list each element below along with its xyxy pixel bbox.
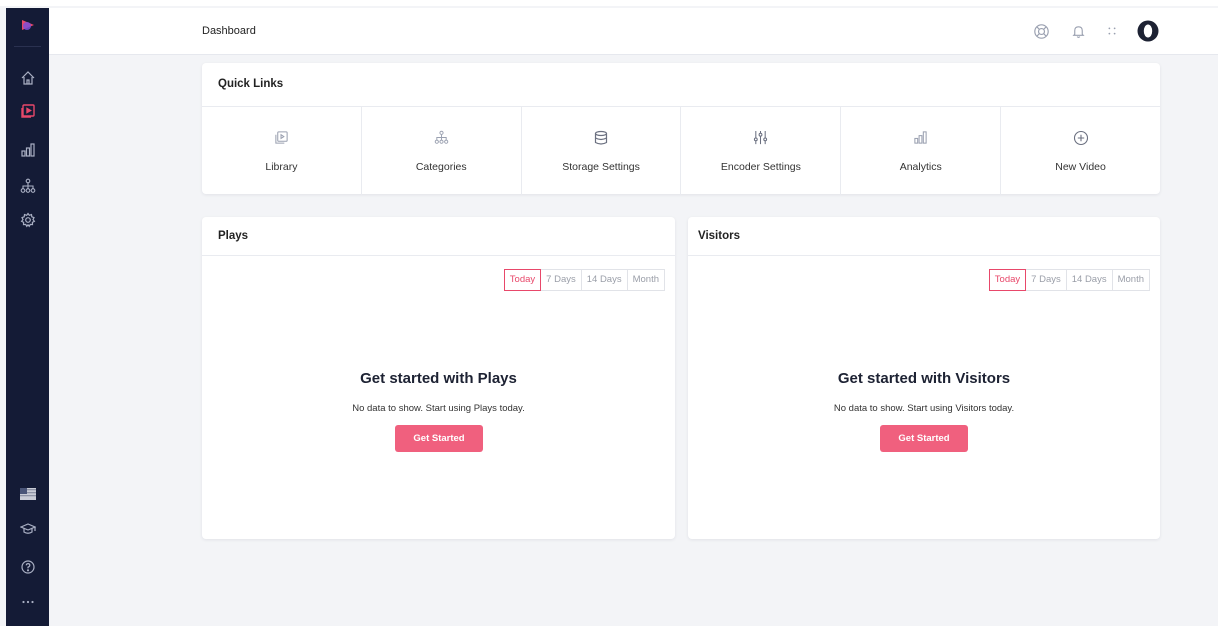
- library-icon: [202, 130, 361, 145]
- analytics-icon: [841, 130, 1000, 145]
- quick-links-title: Quick Links: [202, 63, 1160, 107]
- quick-link-new-video[interactable]: New Video: [1001, 107, 1160, 195]
- quick-link-label: Categories: [415, 161, 467, 173]
- quick-link-label: Analytics: [899, 161, 942, 173]
- plays-range-selector: Today 7 Days 14 Days Month: [503, 269, 665, 291]
- categories-icon[interactable]: [6, 172, 49, 200]
- visitors-range-selector: Today 7 Days 14 Days Month: [988, 269, 1150, 291]
- plays-card: Plays Today 7 Days 14 Days Month Get sta…: [202, 217, 675, 539]
- database-icon: [522, 130, 681, 146]
- help-icon[interactable]: [6, 553, 49, 581]
- categories-icon: [362, 130, 521, 145]
- apps-icon[interactable]: [1101, 20, 1123, 42]
- sidebar: [6, 8, 49, 626]
- top-bar: Dashboard: [49, 8, 1218, 55]
- graduation-cap-icon[interactable]: [6, 515, 49, 543]
- breadcrumb[interactable]: Dashboard: [202, 25, 256, 37]
- more-icon[interactable]: [6, 588, 49, 616]
- visitors-empty-title: Get started with Visitors: [837, 370, 1011, 387]
- quick-link-categories[interactable]: Categories: [362, 107, 522, 195]
- quick-link-storage-settings[interactable]: Storage Settings: [522, 107, 682, 195]
- range-month[interactable]: Month: [1111, 270, 1149, 290]
- quick-links-card: Quick Links Library Categories Storage S…: [202, 63, 1160, 195]
- visitors-title: Visitors: [688, 217, 1160, 256]
- quick-link-encoder-settings[interactable]: Encoder Settings: [681, 107, 842, 195]
- quick-links-row: Library Categories Storage Settings Enco…: [202, 107, 1160, 195]
- logo-icon[interactable]: [6, 11, 49, 39]
- sliders-icon: [681, 130, 840, 145]
- settings-icon[interactable]: [6, 206, 49, 234]
- analytics-icon[interactable]: [6, 136, 49, 164]
- avatar[interactable]: [1136, 19, 1160, 43]
- visitors-card: Visitors Today 7 Days 14 Days Month Get …: [688, 217, 1160, 539]
- quick-link-label: Library: [265, 161, 298, 173]
- visitors-get-started-button[interactable]: Get Started: [880, 425, 968, 452]
- quick-link-analytics[interactable]: Analytics: [841, 107, 1002, 195]
- flag-icon[interactable]: [6, 480, 49, 508]
- range-7-days[interactable]: 7 Days: [1025, 270, 1066, 290]
- range-today[interactable]: Today: [503, 269, 542, 291]
- video-library-icon[interactable]: [6, 97, 49, 125]
- quick-link-label: New Video: [1055, 161, 1106, 173]
- range-today[interactable]: Today: [988, 269, 1027, 291]
- range-14-days[interactable]: 14 Days: [1065, 270, 1112, 290]
- bell-icon[interactable]: [1067, 20, 1089, 42]
- home-icon[interactable]: [6, 64, 49, 92]
- support-icon[interactable]: [1030, 20, 1052, 42]
- quick-link-library[interactable]: Library: [202, 107, 362, 195]
- range-month[interactable]: Month: [626, 270, 664, 290]
- sidebar-divider: [14, 46, 41, 47]
- visitors-empty-text: No data to show. Start using Visitors to…: [833, 403, 1015, 414]
- plays-empty-title: Get started with Plays: [360, 370, 517, 387]
- plays-empty-text: No data to show. Start using Plays today…: [352, 403, 525, 414]
- quick-link-label: Storage Settings: [562, 161, 640, 173]
- range-14-days[interactable]: 14 Days: [580, 270, 627, 290]
- quick-link-label: Encoder Settings: [720, 161, 801, 173]
- plays-title: Plays: [202, 217, 675, 256]
- plays-get-started-button[interactable]: Get Started: [395, 425, 483, 452]
- plus-circle-icon: [1001, 130, 1160, 146]
- window-top-edge: [0, 0, 1218, 6]
- range-7-days[interactable]: 7 Days: [540, 270, 581, 290]
